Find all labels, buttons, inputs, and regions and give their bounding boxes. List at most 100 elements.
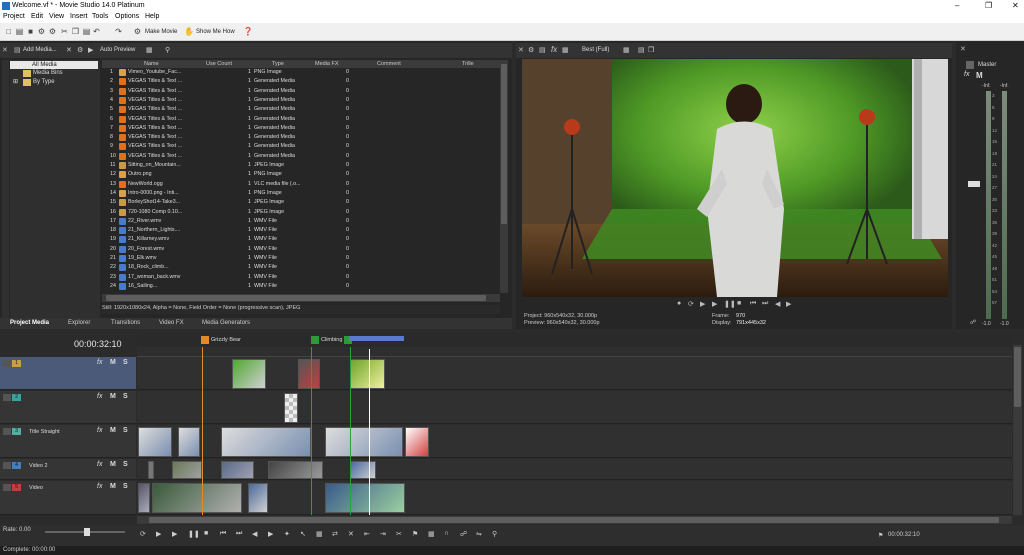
preview-quality-select[interactable]: Best (Full) xyxy=(582,47,609,53)
minimize-icon[interactable]: – xyxy=(955,1,959,10)
tab-explorer[interactable]: Explorer xyxy=(68,320,90,326)
pause-icon[interactable]: ❚❚ xyxy=(724,300,736,308)
timeline-clip[interactable] xyxy=(405,427,429,457)
menu-project[interactable]: Project xyxy=(3,13,25,20)
track-name[interactable]: Video xyxy=(29,485,43,491)
overlays-icon[interactable]: ▦ xyxy=(623,46,630,54)
menu-help[interactable]: Help xyxy=(145,13,159,20)
master-fx-icon[interactable]: fx xyxy=(964,71,969,78)
menu-insert[interactable]: Insert xyxy=(70,13,88,20)
end-timecode[interactable]: 00:00:32:10 xyxy=(888,532,920,538)
video-fx-icon[interactable]: fx xyxy=(551,45,557,54)
properties-icon[interactable]: ⚙ xyxy=(37,27,46,36)
rate-slider-thumb[interactable] xyxy=(84,528,90,536)
edit-tool-icon[interactable]: ✦ xyxy=(284,530,290,538)
maximize-icon[interactable]: ❐ xyxy=(985,1,992,10)
menu-view[interactable]: View xyxy=(49,13,64,20)
menu-edit[interactable]: Edit xyxy=(31,13,43,20)
track-fx-icon[interactable]: fx xyxy=(97,483,102,490)
menu-options[interactable]: Options xyxy=(115,13,139,20)
pause-icon[interactable]: ❚❚ xyxy=(188,530,200,538)
master-close-icon[interactable]: ✕ xyxy=(960,45,966,53)
prev-frame-icon[interactable]: ◀ xyxy=(775,300,780,308)
timeline-clip[interactable] xyxy=(138,483,150,513)
delete-icon[interactable]: ✕ xyxy=(348,530,354,538)
playhead[interactable] xyxy=(369,349,370,515)
column-use-count[interactable]: Use Count xyxy=(206,61,232,67)
timeline-clip[interactable] xyxy=(221,427,311,457)
timeline-clip[interactable] xyxy=(232,359,266,389)
go-to-start-icon[interactable]: ⏮ xyxy=(220,530,226,538)
cursor-icon[interactable]: ↖ xyxy=(300,530,306,538)
media-row[interactable]: 12 Outro.png 1 PNG Image 0 xyxy=(102,170,500,179)
timeline-clip[interactable] xyxy=(148,461,154,479)
track-expand-icon[interactable] xyxy=(3,484,11,491)
track-expand-icon[interactable] xyxy=(3,360,11,367)
media-row[interactable]: 16 720-1080 Comp 0.10... 1 JPEG Image 0 xyxy=(102,208,500,217)
record-icon[interactable]: ● xyxy=(677,300,681,307)
track-lane[interactable] xyxy=(137,481,1012,515)
lock-icon[interactable]: ☍ xyxy=(460,530,467,538)
redo-icon[interactable]: ↷ xyxy=(114,27,123,36)
timeline-clip[interactable] xyxy=(178,427,200,457)
auto-preview-button[interactable]: Auto Preview xyxy=(100,47,135,53)
loop-region[interactable] xyxy=(349,336,404,341)
media-row[interactable]: 7 VEGAS Titles & Text ... 1 Generated Media… xyxy=(102,124,500,133)
timeline-clip[interactable] xyxy=(152,483,242,513)
snap-icon[interactable]: ▦ xyxy=(316,530,323,538)
timeline-clip[interactable] xyxy=(298,359,320,389)
media-row[interactable]: 1 Vimeo_Youtube_Fac... 1 PNG Image 0 xyxy=(102,68,500,77)
marker-icon[interactable] xyxy=(311,336,319,344)
trim-end-icon[interactable]: ⇥ xyxy=(380,530,386,538)
preview-close-icon[interactable]: ✕ xyxy=(518,46,524,54)
add-media-button[interactable]: Add Media... xyxy=(23,47,57,53)
undo-icon[interactable]: ↶ xyxy=(92,27,101,36)
timeline-ruler[interactable] xyxy=(137,347,1012,357)
marker-icon[interactable] xyxy=(201,336,209,344)
split-icon[interactable]: ✂ xyxy=(396,530,402,538)
track-name[interactable]: Title Straight xyxy=(29,429,60,435)
master-fader[interactable] xyxy=(968,181,980,187)
track-header[interactable]: 2 fx M S xyxy=(0,391,136,424)
add-media-icon[interactable]: ▤ xyxy=(14,46,21,54)
media-row[interactable]: 8 VEGAS Titles & Text ... 1 Generated Media… xyxy=(102,133,500,142)
prev-frame-icon[interactable]: ◀ xyxy=(252,530,257,538)
media-row[interactable]: 24 16_Sailing... 1 WMV File 0 xyxy=(102,282,500,291)
play-from-start-icon[interactable]: ▶ xyxy=(700,300,705,308)
tab-video-fx[interactable]: Video FX xyxy=(159,320,184,326)
track-lane[interactable] xyxy=(137,391,1012,424)
timeline-clip[interactable] xyxy=(268,461,323,479)
track-fx-icon[interactable]: fx xyxy=(97,461,102,468)
track-solo-button[interactable]: S xyxy=(123,427,128,434)
next-frame-icon[interactable]: ▶ xyxy=(268,530,273,538)
media-row[interactable]: 18 21_Northern_Lights.... 1 WMV File 0 xyxy=(102,226,500,235)
timeline-timecode[interactable]: 00:00:32:10 xyxy=(74,339,122,349)
media-row[interactable]: 2 VEGAS Titles & Text ... 1 Generated Media… xyxy=(102,77,500,86)
media-vscrollbar[interactable] xyxy=(500,60,508,293)
media-row[interactable]: 17 22_River.wmv 1 WMV File 0 xyxy=(102,217,500,226)
track-mute-button[interactable]: M xyxy=(110,393,116,400)
tab-project-media[interactable]: Project Media xyxy=(10,320,49,326)
master-mute-button[interactable]: M xyxy=(976,71,983,80)
tab-media-generators[interactable]: Media Generators xyxy=(202,320,250,326)
track-solo-button[interactable]: S xyxy=(123,359,128,366)
media-row[interactable]: 20 20_Forest.wmv 1 WMV File 0 xyxy=(102,245,500,254)
timeline-clip[interactable] xyxy=(221,461,254,479)
stop-icon[interactable]: ■ xyxy=(737,300,741,307)
marker-grizzly-bear[interactable]: Grizzly Bear xyxy=(211,337,241,343)
media-row[interactable]: 9 VEGAS Titles & Text ... 1 Generated Media… xyxy=(102,142,500,151)
trim-start-icon[interactable]: ⇤ xyxy=(364,530,370,538)
track-header[interactable]: 5 Video fx M S xyxy=(0,481,136,515)
timeline-vscrollbar[interactable] xyxy=(1013,345,1022,515)
go-to-end-icon[interactable]: ⏭ xyxy=(236,530,242,538)
track-expand-icon[interactable] xyxy=(3,462,11,469)
region-icon[interactable]: ▦ xyxy=(428,530,435,538)
timeline-clip[interactable] xyxy=(350,359,385,389)
column-media-fx[interactable]: Media FX xyxy=(315,61,339,67)
settings-icon[interactable]: ⚙ xyxy=(48,27,57,36)
media-row[interactable]: 21 19_Elk.wmv 1 WMV File 0 xyxy=(102,254,500,263)
timeline-clip[interactable] xyxy=(325,483,405,513)
timeline-clip[interactable] xyxy=(172,461,202,479)
tree-item-by-type[interactable]: By Type xyxy=(33,78,55,86)
expand-icon[interactable]: ⊞ xyxy=(13,78,18,86)
